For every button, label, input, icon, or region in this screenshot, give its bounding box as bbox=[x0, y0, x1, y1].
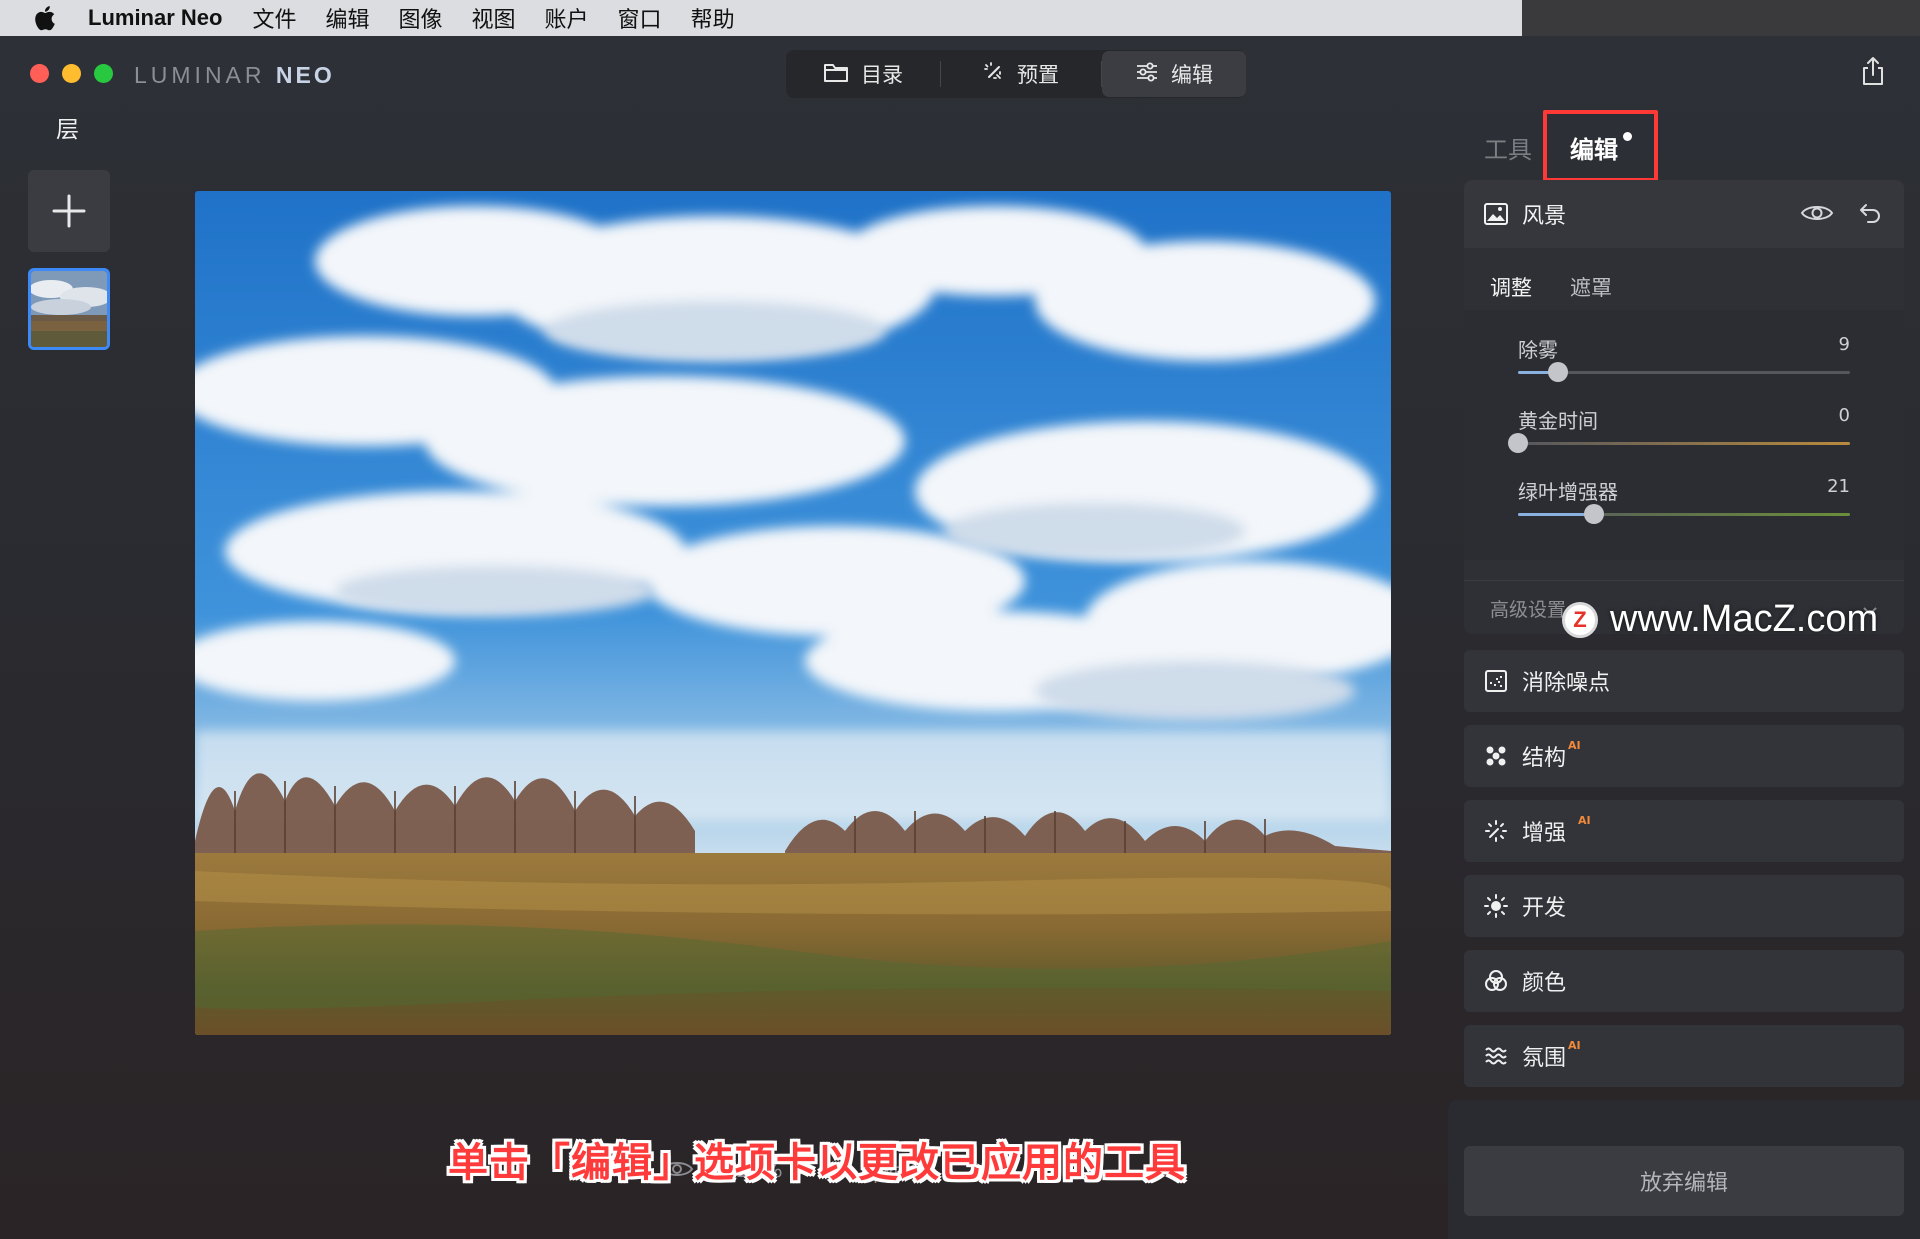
dehaze-slider[interactable]: 除雾 9 bbox=[1518, 334, 1850, 382]
tool-label: 颜色 bbox=[1522, 971, 1567, 996]
tool-develop[interactable]: 开发 bbox=[1464, 875, 1904, 937]
menubar-app-name[interactable]: Luminar Neo bbox=[88, 5, 222, 31]
app-brand-logo: LUMINAR NEO bbox=[134, 62, 335, 89]
tool-structure[interactable]: 结构 AI bbox=[1464, 725, 1904, 787]
tab-tools[interactable]: 工具 bbox=[1484, 130, 1532, 165]
slider-value: 21 bbox=[1827, 476, 1850, 497]
slider-thumb[interactable] bbox=[1584, 504, 1605, 524]
tool-enhance[interactable]: 增强 AI bbox=[1464, 800, 1904, 862]
magic-wand-icon bbox=[983, 61, 1005, 88]
tool-sub-tabs: 调整 遮罩 bbox=[1464, 248, 1904, 302]
denoise-icon bbox=[1484, 669, 1508, 693]
slider-label: 除雾 bbox=[1518, 338, 1558, 362]
tool-label: 氛围 bbox=[1522, 1046, 1567, 1071]
discard-edits-button[interactable]: 放弃编辑 bbox=[1464, 1146, 1904, 1216]
tab-mask[interactable]: 遮罩 bbox=[1570, 272, 1612, 302]
mode-tabs: 目录 预置 编辑 bbox=[786, 50, 1246, 98]
minimize-window-button[interactable] bbox=[62, 64, 81, 83]
share-icon[interactable] bbox=[1860, 56, 1886, 86]
reset-undo-icon[interactable] bbox=[1856, 200, 1882, 232]
atmosphere-icon bbox=[1484, 1044, 1508, 1068]
color-icon bbox=[1484, 969, 1508, 993]
menu-image[interactable]: 图像 bbox=[399, 2, 443, 34]
tab-presets[interactable]: 预置 bbox=[941, 51, 1101, 97]
layers-title: 层 bbox=[56, 117, 79, 143]
ai-badge: AI bbox=[1568, 739, 1581, 752]
tool-color[interactable]: 颜色 bbox=[1464, 950, 1904, 1012]
watermark: Z www.MacZ.com bbox=[1562, 598, 1878, 641]
slider-thumb[interactable] bbox=[1547, 362, 1568, 382]
menu-view[interactable]: 视图 bbox=[472, 2, 516, 34]
tab-catalog[interactable]: 目录 bbox=[786, 51, 940, 97]
slider-thumb[interactable] bbox=[1508, 433, 1528, 453]
slider-label: 黄金时间 bbox=[1518, 409, 1598, 433]
slider-track[interactable] bbox=[1508, 433, 1850, 453]
folder-icon bbox=[823, 61, 849, 88]
tool-atmosphere[interactable]: 氛围 AI bbox=[1464, 1025, 1904, 1087]
slider-track[interactable] bbox=[1518, 362, 1850, 382]
brand-accent: NEO bbox=[275, 62, 335, 88]
watermark-text: www.MacZ.com bbox=[1610, 598, 1879, 640]
slider-value: 0 bbox=[1838, 405, 1850, 426]
slider-fill bbox=[1518, 513, 1595, 516]
develop-sun-icon bbox=[1484, 894, 1508, 918]
tool-label: 消除噪点 bbox=[1522, 671, 1611, 696]
slider-track[interactable] bbox=[1518, 504, 1850, 524]
tab-adjust[interactable]: 调整 bbox=[1490, 272, 1532, 302]
main-photo-canvas[interactable] bbox=[195, 191, 1391, 1035]
foliage-enhancer-slider[interactable]: 绿叶增强器 21 bbox=[1518, 476, 1850, 524]
add-layer-button[interactable] bbox=[28, 170, 110, 252]
tool-header[interactable]: 风景 bbox=[1464, 180, 1904, 248]
plus-icon bbox=[52, 194, 86, 228]
landscape-icon bbox=[1484, 202, 1508, 226]
tool-label: 开发 bbox=[1522, 896, 1567, 921]
advanced-settings-label: 高级设置 bbox=[1490, 599, 1567, 621]
menu-account[interactable]: 账户 bbox=[545, 2, 589, 34]
menu-edit[interactable]: 编辑 bbox=[325, 2, 369, 34]
menu-file[interactable]: 文件 bbox=[252, 2, 296, 34]
sliders-icon bbox=[1135, 62, 1159, 87]
tab-edit[interactable]: 编辑 bbox=[1102, 51, 1246, 97]
tab-edit-label: 编辑 bbox=[1171, 63, 1213, 87]
tutorial-caption: 单击「编辑」选项卡以更改已应用的工具 bbox=[448, 1140, 1186, 1186]
structure-icon bbox=[1484, 744, 1508, 768]
apple-logo-icon[interactable] bbox=[32, 3, 58, 33]
close-window-button[interactable] bbox=[30, 64, 49, 83]
slider-value: 9 bbox=[1838, 334, 1850, 355]
menubar: Luminar Neo 文件 编辑 图像 视图 账户 窗口 帮助 bbox=[0, 0, 1920, 36]
tool-label: 增强 bbox=[1522, 821, 1567, 846]
tutorial-highlight-box bbox=[1543, 110, 1658, 182]
layer-thumbnail[interactable] bbox=[28, 268, 110, 350]
zoom-window-button[interactable] bbox=[94, 64, 113, 83]
tab-presets-label: 预置 bbox=[1017, 63, 1059, 87]
ai-badge: AI bbox=[1568, 1039, 1581, 1052]
golden-hour-slider[interactable]: 黄金时间 0 bbox=[1508, 405, 1850, 453]
tool-denoise[interactable]: 消除噪点 bbox=[1464, 650, 1904, 712]
sliders-area: 除雾 9 黄金时间 0 绿叶增强器 21 bbox=[1464, 310, 1904, 560]
landscape-tool-panel: 风景 调整 遮罩 除雾 9 黄金时间 0 绿叶增强器 21 高级设置 bbox=[1464, 180, 1904, 634]
tool-title: 风景 bbox=[1522, 204, 1567, 229]
menubar-status-area bbox=[1522, 0, 1920, 36]
menu-window[interactable]: 窗口 bbox=[618, 2, 662, 34]
ai-badge: AI bbox=[1578, 814, 1591, 827]
tab-catalog-label: 目录 bbox=[861, 63, 903, 87]
enhance-icon bbox=[1484, 819, 1508, 843]
tool-label: 结构 bbox=[1522, 746, 1567, 771]
brand-main: LUMINAR bbox=[134, 62, 266, 88]
watermark-logo: Z bbox=[1562, 601, 1598, 638]
menu-help[interactable]: 帮助 bbox=[691, 2, 735, 34]
eye-icon[interactable] bbox=[1800, 202, 1834, 230]
slider-label: 绿叶增强器 bbox=[1518, 480, 1618, 504]
